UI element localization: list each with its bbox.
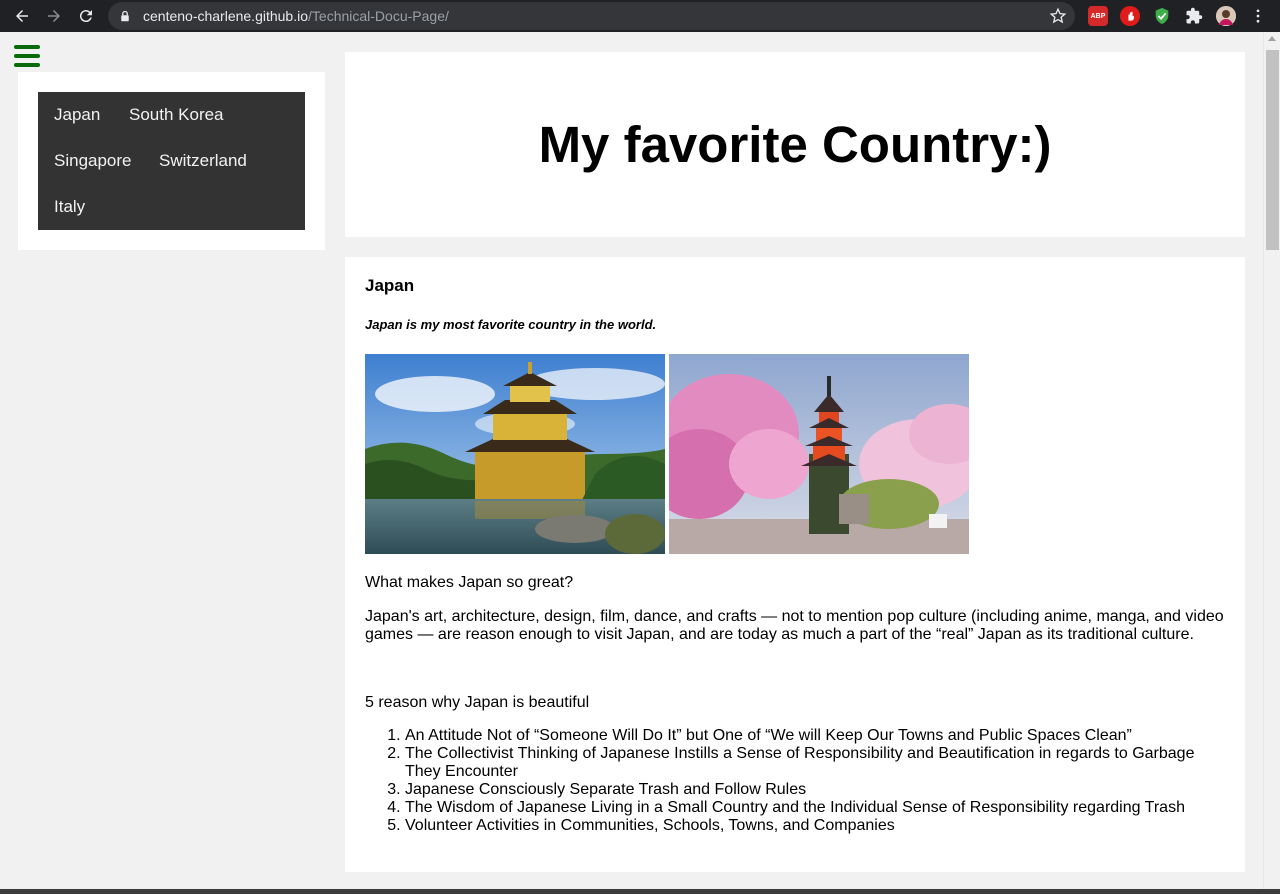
browser-toolbar: centeno-charlene.github.io/Technical-Doc… bbox=[0, 0, 1280, 32]
kebab-menu-icon[interactable] bbox=[1248, 6, 1268, 26]
back-icon[interactable] bbox=[6, 0, 38, 32]
nav-link-singapore[interactable]: Singapore bbox=[54, 151, 132, 171]
tagline: Japan is my most favorite country in the… bbox=[365, 317, 657, 332]
intro-paragraph: Japan's art, architecture, design, film,… bbox=[365, 608, 1224, 643]
lock-icon bbox=[119, 9, 133, 23]
forward-icon[interactable] bbox=[38, 0, 70, 32]
page-title: My favorite Country:) bbox=[538, 116, 1052, 173]
scroll-up-arrow-icon[interactable] bbox=[1268, 36, 1276, 41]
url-path: /Technical-Docu-Page/ bbox=[308, 8, 449, 24]
url-host: centeno-charlene.github.io bbox=[143, 8, 309, 24]
profile-avatar[interactable] bbox=[1216, 6, 1236, 26]
bottom-edge bbox=[0, 889, 1280, 894]
country-nav: Japan South Korea Singapore Switzerland … bbox=[38, 92, 305, 230]
puzzle-extensions-icon[interactable] bbox=[1184, 6, 1204, 26]
adblock-plus-icon[interactable]: ABP bbox=[1088, 6, 1108, 26]
list-item: The Wisdom of Japanese Living in a Small… bbox=[405, 799, 1225, 817]
nav-link-switzerland[interactable]: Switzerland bbox=[159, 151, 247, 171]
pagoda-cherry-blossom-image bbox=[669, 354, 969, 554]
nav-link-japan[interactable]: Japan bbox=[54, 105, 100, 125]
address-bar[interactable]: centeno-charlene.github.io/Technical-Doc… bbox=[108, 2, 1075, 30]
hand-stop-icon[interactable] bbox=[1120, 6, 1140, 26]
question-heading: What makes Japan so great? bbox=[365, 574, 574, 591]
shield-check-icon[interactable] bbox=[1152, 6, 1172, 26]
page-scrollbar[interactable] bbox=[1263, 32, 1280, 890]
abp-label: ABP bbox=[1090, 12, 1106, 20]
reasons-list: An Attitude Not of “Someone Will Do It” … bbox=[405, 727, 1225, 835]
url-text: centeno-charlene.github.io/Technical-Doc… bbox=[143, 8, 449, 24]
list-item: Japanese Consciously Separate Trash and … bbox=[405, 781, 1225, 799]
golden-pavilion-image bbox=[365, 354, 665, 554]
list-item: An Attitude Not of “Someone Will Do It” … bbox=[405, 727, 1225, 745]
main-card: Japan Japan is my most favorite country … bbox=[345, 257, 1245, 872]
hamburger-menu-icon[interactable] bbox=[14, 45, 40, 67]
list-item: Volunteer Activities in Communities, Sch… bbox=[405, 817, 1225, 835]
nav-link-south-korea[interactable]: South Korea bbox=[129, 105, 224, 125]
nav-link-italy[interactable]: Italy bbox=[54, 197, 85, 217]
header-card: My favorite Country:) bbox=[345, 52, 1245, 237]
bookmark-star-icon[interactable] bbox=[1049, 7, 1067, 25]
list-item: The Collectivist Thinking of Japanese In… bbox=[405, 745, 1225, 781]
scrollbar-thumb[interactable] bbox=[1266, 50, 1279, 250]
sidebar: Japan South Korea Singapore Switzerland … bbox=[18, 72, 325, 250]
reload-icon[interactable] bbox=[70, 0, 102, 32]
reasons-heading: 5 reason why Japan is beautiful bbox=[365, 694, 590, 711]
section-title: Japan bbox=[365, 276, 415, 295]
